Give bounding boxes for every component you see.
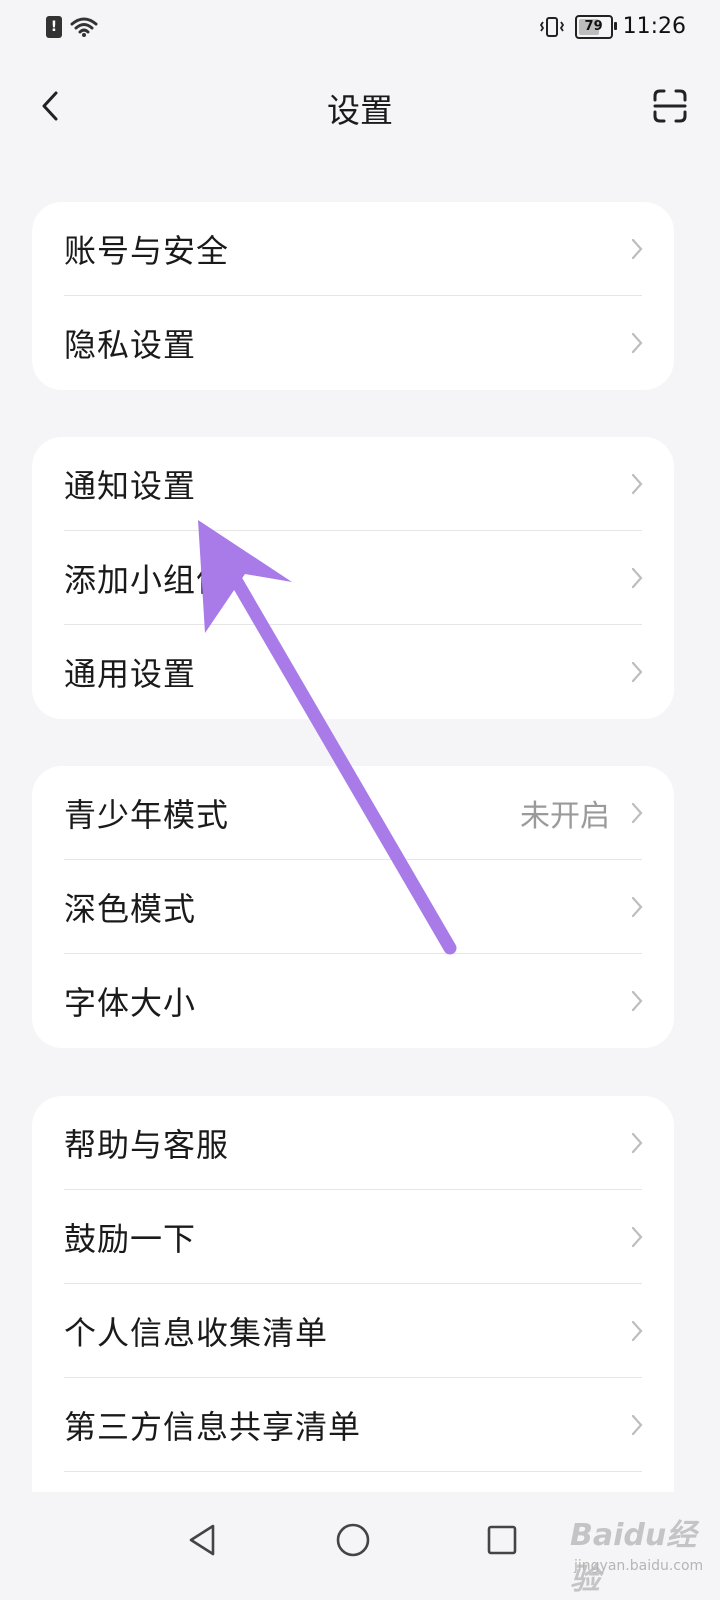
settings-item-label: 青少年模式 [64, 796, 230, 834]
chevron-right-icon [631, 473, 643, 495]
chevron-right-icon [631, 1132, 643, 1154]
settings-item-general[interactable]: 通用设置 [32, 625, 674, 719]
vibrate-icon [539, 16, 564, 37]
chevron-right-icon [631, 802, 643, 824]
settings-item-help[interactable]: 帮助与客服 [32, 1096, 674, 1190]
settings-group-account: 账号与安全 隐私设置 [32, 202, 674, 390]
settings-item-label: 个人信息收集清单 [64, 1314, 329, 1352]
scan-icon [653, 89, 687, 123]
settings-item-add-widget[interactable]: 添加小组件 [32, 531, 674, 625]
chevron-right-icon [631, 990, 643, 1012]
battery-cap [613, 21, 617, 30]
settings-item-privacy[interactable]: 隐私设置 [32, 296, 674, 390]
chevron-right-icon [631, 1226, 643, 1248]
settings-item-label: 深色模式 [64, 890, 197, 928]
nav-recents-button[interactable] [474, 1512, 530, 1568]
settings-item-dark-mode[interactable]: 深色模式 [32, 860, 674, 954]
header: 设置 [0, 70, 720, 146]
recents-square-icon [487, 1525, 517, 1555]
settings-item-notifications[interactable]: 通知设置 [32, 437, 674, 531]
alert-icon: ! [46, 16, 62, 38]
settings-group-support: 帮助与客服 鼓励一下 个人信息收集清单 第三方信息共享清单 [32, 1096, 674, 1556]
back-triangle-icon [189, 1524, 215, 1556]
settings-item-label: 添加小组件 [64, 561, 230, 599]
settings-item-account-security[interactable]: 账号与安全 [32, 202, 674, 296]
settings-group-general: 通知设置 添加小组件 通用设置 [32, 437, 674, 719]
chevron-right-icon [631, 896, 643, 918]
chevron-right-icon [631, 567, 643, 589]
settings-item-label: 账号与安全 [64, 232, 230, 270]
status-right-icons: 79 11:26 [539, 14, 686, 39]
settings-item-label: 第三方信息共享清单 [64, 1408, 362, 1446]
teen-mode-status: 未开启 [520, 799, 610, 834]
settings-item-teen-mode[interactable]: 青少年模式 未开启 [32, 766, 674, 860]
scan-button[interactable] [648, 84, 692, 128]
settings-item-font-size[interactable]: 字体大小 [32, 954, 674, 1048]
battery-icon: 79 [574, 14, 617, 39]
battery-level: 79 [584, 19, 603, 34]
watermark-sub-text: jingyan.baidu.com [574, 1558, 704, 1574]
settings-item-label: 隐私设置 [64, 326, 197, 364]
baidu-watermark: Baidu经验 jingyan.baidu.com [550, 1490, 704, 1597]
settings-item-label: 通知设置 [64, 467, 197, 505]
settings-item-label: 字体大小 [64, 984, 197, 1022]
settings-item-label: 鼓励一下 [64, 1220, 197, 1258]
nav-back-button[interactable] [174, 1512, 230, 1568]
status-bar: ! 79 11:26 [0, 0, 720, 60]
settings-item-label: 帮助与客服 [64, 1126, 230, 1164]
chevron-right-icon [631, 1414, 643, 1436]
settings-item-label: 通用设置 [64, 655, 197, 693]
chevron-right-icon [631, 238, 643, 260]
chevron-right-icon [631, 661, 643, 683]
settings-group-display: 青少年模式 未开启 深色模式 字体大小 [32, 766, 674, 1048]
settings-screen: ! 79 11:26 设置 账号与安全 隐私设置 通知设置 添加小组件 通用设置… [0, 0, 720, 1600]
home-circle-icon [336, 1523, 370, 1557]
settings-item-personal-info-list[interactable]: 个人信息收集清单 [32, 1284, 674, 1378]
status-left-icons: ! [46, 16, 98, 38]
watermark-main-text: Baidu经验 [570, 1518, 697, 1597]
divider [64, 1471, 642, 1472]
settings-item-third-party-sharing[interactable]: 第三方信息共享清单 [32, 1378, 674, 1472]
status-time: 11:26 [622, 14, 686, 39]
chevron-right-icon [631, 1320, 643, 1342]
page-title: 设置 [327, 91, 393, 130]
settings-item-encourage[interactable]: 鼓励一下 [32, 1190, 674, 1284]
wifi-icon [70, 17, 98, 37]
chevron-right-icon [631, 332, 643, 354]
nav-home-button[interactable] [325, 1512, 381, 1568]
